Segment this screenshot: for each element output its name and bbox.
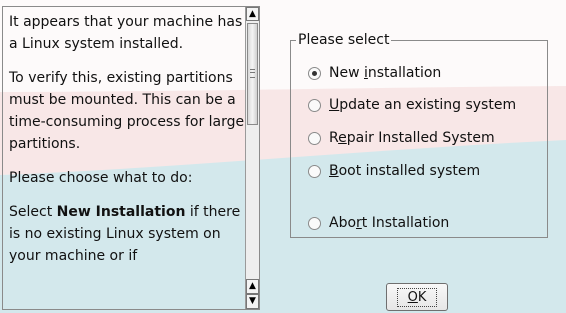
radio-button[interactable]: [308, 216, 321, 230]
ok-button[interactable]: OK: [386, 283, 448, 311]
help-paragraph-3: Please choose what to do:: [9, 170, 193, 186]
radio-button-checked[interactable]: [308, 66, 321, 80]
help-p4-bold: New Installation: [56, 204, 186, 220]
help-paragraph-1: It appears that your machine has a Linux…: [9, 14, 243, 52]
ok-button-label[interactable]: OK: [396, 287, 438, 307]
radio-boot-installed-system[interactable]: Boot installed system: [308, 161, 480, 181]
radio-abort-installation[interactable]: Abort Installation: [308, 213, 449, 233]
help-text-pane[interactable]: It appears that your machine has a Linux…: [2, 6, 260, 310]
radio-label-boot-installed-system[interactable]: Boot installed system: [329, 163, 480, 179]
scroll-down-arrow-icon[interactable]: ▼: [246, 294, 259, 309]
radio-label-repair-installed-system[interactable]: Repair Installed System: [329, 130, 495, 146]
scroll-up-arrow-icon[interactable]: ▲: [246, 7, 259, 21]
scrollbar-grip-icon: [250, 69, 255, 78]
scroll-up-arrow-icon-bottom[interactable]: ▲: [246, 279, 259, 294]
radio-button[interactable]: [308, 164, 321, 178]
help-p4-before: Select: [9, 204, 57, 220]
radio-label-abort-installation[interactable]: Abort Installation: [329, 215, 449, 231]
help-paragraph-4: Select New Installation if there is no e…: [9, 201, 245, 267]
radio-new-installation[interactable]: New installation: [308, 63, 441, 83]
radio-update-existing-system[interactable]: Update an existing system: [308, 95, 516, 115]
radio-repair-installed-system[interactable]: Repair Installed System: [308, 128, 495, 148]
help-paragraph-2: To verify this, existing partitions must…: [9, 70, 245, 152]
option-frame-legend: Please select: [296, 32, 392, 48]
help-scrollbar[interactable]: ▲ ▲ ▼: [245, 7, 259, 309]
help-text: It appears that your machine has a Linux…: [9, 11, 245, 279]
radio-button[interactable]: [308, 131, 321, 145]
radio-button[interactable]: [308, 98, 321, 112]
radio-label-new-installation[interactable]: New installation: [329, 65, 441, 81]
scrollbar-thumb[interactable]: [247, 23, 258, 125]
radio-label-update-existing-system[interactable]: Update an existing system: [329, 97, 516, 113]
